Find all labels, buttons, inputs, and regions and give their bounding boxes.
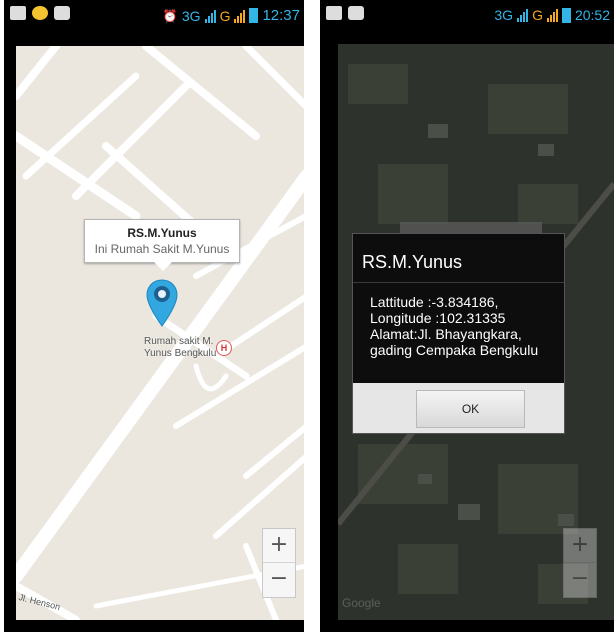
zoom-out-button[interactable]: − [564, 563, 596, 597]
dialog-line-address: Alamat:Jl. Bhayangkara, [370, 326, 522, 342]
marker-info-window[interactable]: RS.M.Yunus Ini Rumah Sakit M.Yunus [84, 219, 240, 271]
status-bar: ⏰ 3G G 12:37 [4, 0, 304, 30]
location-dialog: RS.M.Yunus Lattitude :-3.834186, Longitu… [352, 233, 565, 434]
google-logo: Google [342, 596, 381, 610]
signal-icon [517, 8, 529, 22]
network-type-2: G [219, 7, 231, 24]
zoom-controls: + − [563, 528, 597, 598]
screenshot-divider [304, 0, 320, 632]
clock: 20:52 [574, 7, 610, 23]
signal-icon-2 [234, 9, 246, 23]
alarm-icon: ⏰ [162, 8, 178, 23]
dialog-line-longitude: Longitude :102.31335 [370, 310, 506, 326]
gallery-icon [326, 6, 342, 20]
signal-icon-2 [546, 8, 558, 22]
bbm-icon [54, 6, 70, 20]
network-type-2: G [532, 7, 543, 23]
zoom-in-button[interactable]: + [263, 529, 295, 563]
place-label: Rumah sakit M. Yunus Bengkulu [144, 336, 216, 360]
network-type: 3G [494, 7, 514, 23]
dialog-title: RS.M.Yunus [362, 252, 463, 272]
zoom-controls: + − [262, 528, 296, 598]
dialog-line-address-2: gading Cempaka Bengkulu [370, 342, 539, 358]
bbm-icon [348, 6, 364, 20]
gallery-icon [10, 6, 26, 20]
status-bar: 3G G 20:52 [320, 0, 614, 30]
network-type: 3G [181, 7, 201, 24]
map-marker-icon[interactable] [145, 278, 179, 328]
place-label-line-1: Rumah sakit M. [144, 336, 214, 347]
ok-button[interactable]: OK [416, 390, 525, 428]
dialog-message: Lattitude :-3.834186, Longitude :102.313… [370, 294, 538, 358]
dialog-line-latitude: Lattitude :-3.834186, [370, 294, 499, 310]
hospital-icon: H [216, 340, 232, 356]
app-notification-icon [32, 6, 48, 20]
info-window-pointer [154, 262, 172, 271]
info-window-subtitle: Ini Rumah Sakit M.Yunus [94, 242, 230, 256]
clock: 12:37 [262, 7, 300, 24]
signal-icon [204, 9, 216, 23]
info-window-title: RS.M.Yunus [127, 226, 197, 240]
battery-icon [561, 7, 571, 23]
place-label-line-2: Yunus Bengkulu [144, 348, 217, 359]
dialog-button-bar: OK [353, 383, 564, 433]
zoom-out-button[interactable]: − [263, 563, 295, 597]
zoom-in-button[interactable]: + [564, 529, 596, 563]
battery-icon [249, 8, 259, 23]
dialog-divider [353, 282, 564, 283]
